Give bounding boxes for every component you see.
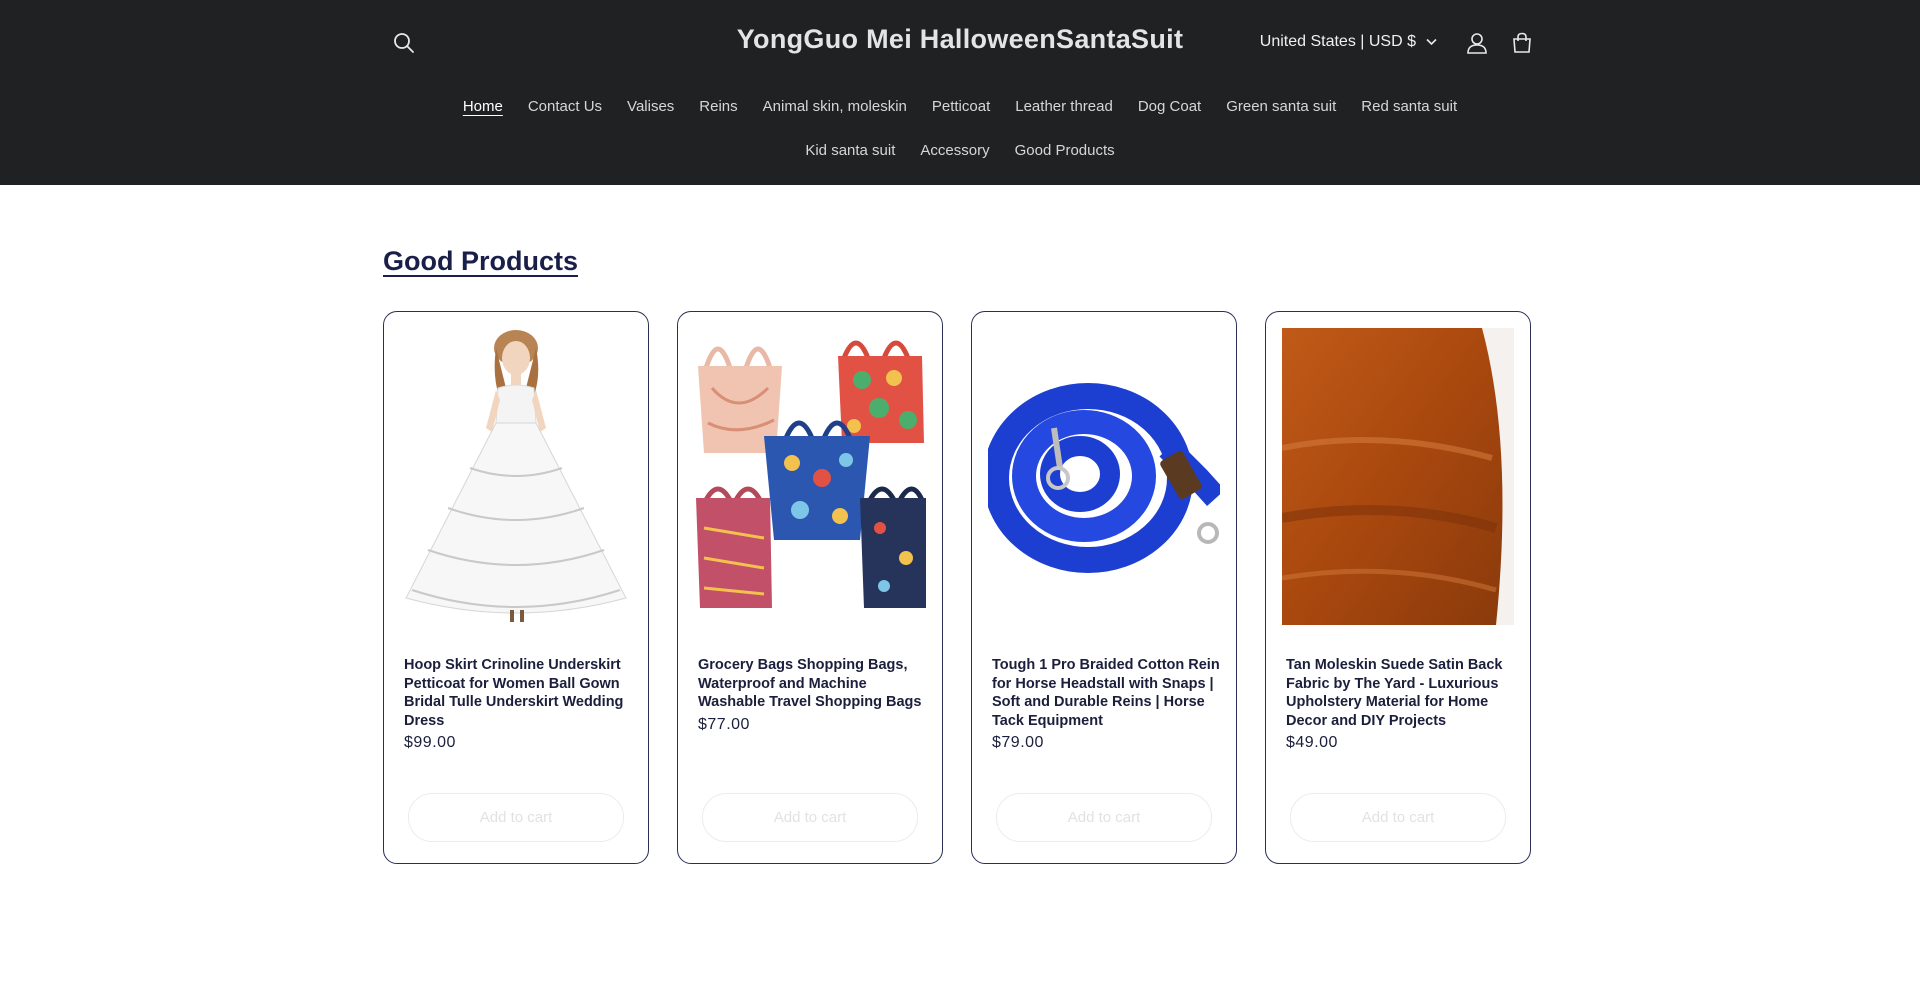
product-price: $77.00 — [698, 715, 750, 733]
product-price: $99.00 — [404, 734, 456, 751]
nav-item-reins[interactable]: Reins — [687, 98, 750, 115]
add-to-cart-button[interactable]: Add to cart — [408, 793, 624, 842]
product-card: Grocery Bags Shopping Bags, Waterproof a… — [677, 311, 943, 864]
product-image-hoop-skirt[interactable] — [400, 328, 632, 625]
product-image-braided-rein[interactable] — [988, 328, 1220, 625]
nav-row-1: Home Contact Us Valises Reins Animal ski… — [0, 84, 1920, 128]
product-grid: Hoop Skirt Crinoline Underskirt Petticoa… — [383, 311, 1531, 864]
section-title[interactable]: Good Products — [383, 246, 578, 277]
product-price: $49.00 — [1286, 734, 1338, 751]
nav-item-home[interactable]: Home — [450, 98, 515, 115]
nav-item-leather-thread[interactable]: Leather thread — [1003, 98, 1126, 115]
add-to-cart-button[interactable]: Add to cart — [1290, 793, 1506, 842]
locale-label: United States | USD $ — [1259, 33, 1416, 50]
nav-item-accessory[interactable]: Accessory — [908, 142, 1002, 159]
product-title-text[interactable]: Tough 1 Pro Braided Cotton Rein for Hors… — [992, 656, 1222, 730]
nav-item-petticoat[interactable]: Petticoat — [919, 98, 1002, 115]
product-card: Tough 1 Pro Braided Cotton Rein for Hors… — [971, 311, 1237, 864]
nav-item-dog-coat[interactable]: Dog Coat — [1125, 98, 1213, 115]
account-icon[interactable] — [1462, 28, 1492, 58]
product-image-moleskin-fabric[interactable] — [1282, 328, 1514, 625]
product-title-text[interactable]: Hoop Skirt Crinoline Underskirt Petticoa… — [404, 656, 634, 730]
country-currency-selector[interactable]: United States | USD $ — [1260, 33, 1437, 51]
product-title[interactable]: Tough 1 Pro Braided Cotton Rein for Hors… — [992, 656, 1222, 753]
product-title[interactable]: Grocery Bags Shopping Bags, Waterproof a… — [698, 656, 928, 734]
nav-item-green-santa-suit[interactable]: Green santa suit — [1214, 98, 1349, 115]
search-icon[interactable] — [387, 26, 421, 60]
nav-item-red-santa-suit[interactable]: Red santa suit — [1349, 98, 1470, 115]
nav-row-2: Kid santa suit Accessory Good Products — [0, 128, 1920, 172]
product-title[interactable]: Tan Moleskin Suede Satin Back Fabric by … — [1286, 656, 1516, 753]
header-topbar: YongGuo Mei HalloweenSantaSuit United St… — [383, 0, 1537, 84]
brand-name[interactable]: YongGuo Mei HalloweenSantaSuit — [737, 24, 1184, 54]
product-card: Tan Moleskin Suede Satin Back Fabric by … — [1265, 311, 1531, 864]
product-title[interactable]: Hoop Skirt Crinoline Underskirt Petticoa… — [404, 656, 634, 753]
product-title-text[interactable]: Tan Moleskin Suede Satin Back Fabric by … — [1286, 656, 1516, 730]
cart-icon[interactable] — [1507, 28, 1537, 58]
nav-item-good-products[interactable]: Good Products — [1002, 142, 1127, 159]
site-header: YongGuo Mei HalloweenSantaSuit United St… — [0, 0, 1920, 185]
product-title-text[interactable]: Grocery Bags Shopping Bags, Waterproof a… — [698, 656, 928, 712]
chevron-down-icon — [1426, 38, 1437, 46]
nav-item-animal-skin[interactable]: Animal skin, moleskin — [750, 98, 919, 115]
product-image-grocery-bags[interactable] — [694, 328, 926, 625]
product-price: $79.00 — [992, 734, 1044, 751]
nav-item-kid-santa-suit[interactable]: Kid santa suit — [793, 142, 908, 159]
main-navigation: Home Contact Us Valises Reins Animal ski… — [0, 84, 1920, 172]
nav-item-contact-us[interactable]: Contact Us — [515, 98, 614, 115]
nav-item-valises[interactable]: Valises — [615, 98, 687, 115]
product-card: Hoop Skirt Crinoline Underskirt Petticoa… — [383, 311, 649, 864]
add-to-cart-button[interactable]: Add to cart — [996, 793, 1212, 842]
add-to-cart-button[interactable]: Add to cart — [702, 793, 918, 842]
